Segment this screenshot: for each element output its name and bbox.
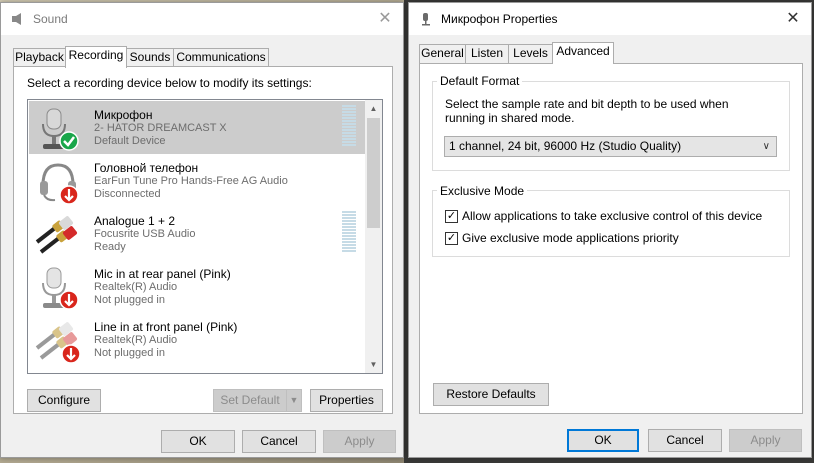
device-description: Realtek(R) Audio — [94, 334, 178, 346]
tab-recording[interactable]: Recording — [65, 46, 127, 68]
cancel-button[interactable]: Cancel — [648, 429, 722, 452]
sound-titlebar[interactable]: Sound ✕ — [1, 3, 403, 35]
set-default-dropdown-icon[interactable]: ▼ — [286, 389, 302, 412]
device-name: Line in at front panel (Pink) — [94, 320, 238, 334]
tab-listen[interactable]: Listen — [465, 44, 509, 63]
exclusive-priority-checkbox[interactable]: ✓ — [445, 232, 458, 245]
configure-button[interactable]: Configure — [27, 389, 101, 412]
exclusive-mode-group — [432, 190, 790, 257]
properties-button[interactable]: Properties — [310, 389, 383, 412]
device-description: 2- HATOR DREAMCAST X — [94, 122, 227, 134]
tab-sounds[interactable]: Sounds — [126, 48, 174, 67]
exclusive-mode-title: Exclusive Mode — [437, 184, 528, 198]
device-status: Disconnected — [94, 188, 161, 200]
apply-button[interactable]: Apply — [323, 430, 396, 453]
list-item[interactable]: Mic in at rear panel (Pink) Realtek(R) A… — [29, 260, 365, 313]
instruction-text: Select a recording device below to modif… — [27, 76, 312, 90]
device-description: EarFun Tune Pro Hands-Free AG Audio — [94, 175, 288, 187]
list-item[interactable]: Микрофон 2- HATOR DREAMCAST X Default De… — [29, 101, 365, 154]
close-icon[interactable]: ✕ — [375, 9, 395, 29]
device-status: Not plugged in — [94, 347, 165, 359]
apply-button[interactable]: Apply — [729, 429, 802, 452]
device-name: Головной телефон — [94, 161, 199, 175]
headset-icon — [40, 163, 79, 205]
properties-title: Микрофон Properties — [441, 12, 558, 26]
tab-levels[interactable]: Levels — [508, 44, 553, 63]
default-format-title: Default Format — [437, 74, 523, 88]
list-item[interactable]: Analogue 1 + 2 Focusrite USB Audio Ready — [29, 207, 365, 260]
sample-rate-dropdown[interactable]: 1 channel, 24 bit, 96000 Hz (Studio Qual… — [444, 136, 777, 157]
rca-jack-icon — [35, 216, 77, 254]
rca-jack-icon — [35, 322, 81, 364]
properties-window: Микрофон Properties ✕ General Listen Lev… — [408, 2, 812, 458]
level-meter — [342, 105, 356, 147]
default-format-group — [432, 81, 790, 171]
list-item[interactable]: Line in at front panel (Pink) Realtek(R)… — [29, 313, 365, 366]
device-status: Default Device — [94, 135, 166, 147]
tab-playback[interactable]: Playback — [13, 48, 66, 67]
properties-titlebar[interactable]: Микрофон Properties ✕ — [409, 3, 811, 35]
exclusive-control-checkbox[interactable]: ✓ — [445, 210, 458, 223]
scroll-down-icon[interactable]: ▼ — [365, 356, 382, 373]
exclusive-priority-label[interactable]: Give exclusive mode applications priorit… — [462, 231, 679, 245]
device-name: Analogue 1 + 2 — [94, 214, 176, 228]
set-default-button[interactable]: Set Default — [213, 389, 287, 412]
restore-defaults-button[interactable]: Restore Defaults — [433, 383, 549, 406]
sample-rate-value: 1 channel, 24 bit, 96000 Hz (Studio Qual… — [449, 139, 682, 153]
device-name: Mic in at rear panel (Pink) — [94, 267, 231, 281]
device-list-scrollbar[interactable]: ▲ ▼ — [365, 100, 382, 373]
tab-advanced[interactable]: Advanced — [552, 42, 614, 64]
tab-communications[interactable]: Communications — [173, 48, 269, 67]
microphone-icon — [422, 13, 430, 26]
device-status: Ready — [94, 241, 126, 253]
chevron-down-icon: ∨ — [762, 141, 770, 152]
scrollbar-thumb[interactable] — [367, 118, 380, 228]
scroll-up-icon[interactable]: ▲ — [365, 100, 382, 117]
level-meter — [342, 211, 356, 253]
device-status: Not plugged in — [94, 294, 165, 306]
microphone-icon — [42, 267, 79, 310]
speaker-icon — [12, 13, 21, 25]
cancel-button[interactable]: Cancel — [242, 430, 316, 453]
device-name: Микрофон — [94, 108, 153, 122]
ok-button[interactable]: OK — [161, 430, 235, 453]
list-item[interactable]: Головной телефон EarFun Tune Pro Hands-F… — [29, 154, 365, 207]
sound-title: Sound — [33, 12, 68, 26]
exclusive-control-label[interactable]: Allow applications to take exclusive con… — [462, 209, 762, 223]
device-list[interactable]: Микрофон 2- HATOR DREAMCAST X Default De… — [27, 99, 383, 374]
sound-window: Sound ✕ Playback Recording Sounds Commun… — [0, 2, 404, 458]
microphone-icon — [42, 108, 79, 151]
device-description: Focusrite USB Audio — [94, 228, 196, 240]
ok-button[interactable]: OK — [567, 429, 639, 452]
default-format-description: Select the sample rate and bit depth to … — [445, 97, 729, 125]
device-description: Realtek(R) Audio — [94, 281, 178, 293]
close-icon[interactable]: ✕ — [783, 9, 803, 29]
tab-general[interactable]: General — [419, 44, 466, 63]
